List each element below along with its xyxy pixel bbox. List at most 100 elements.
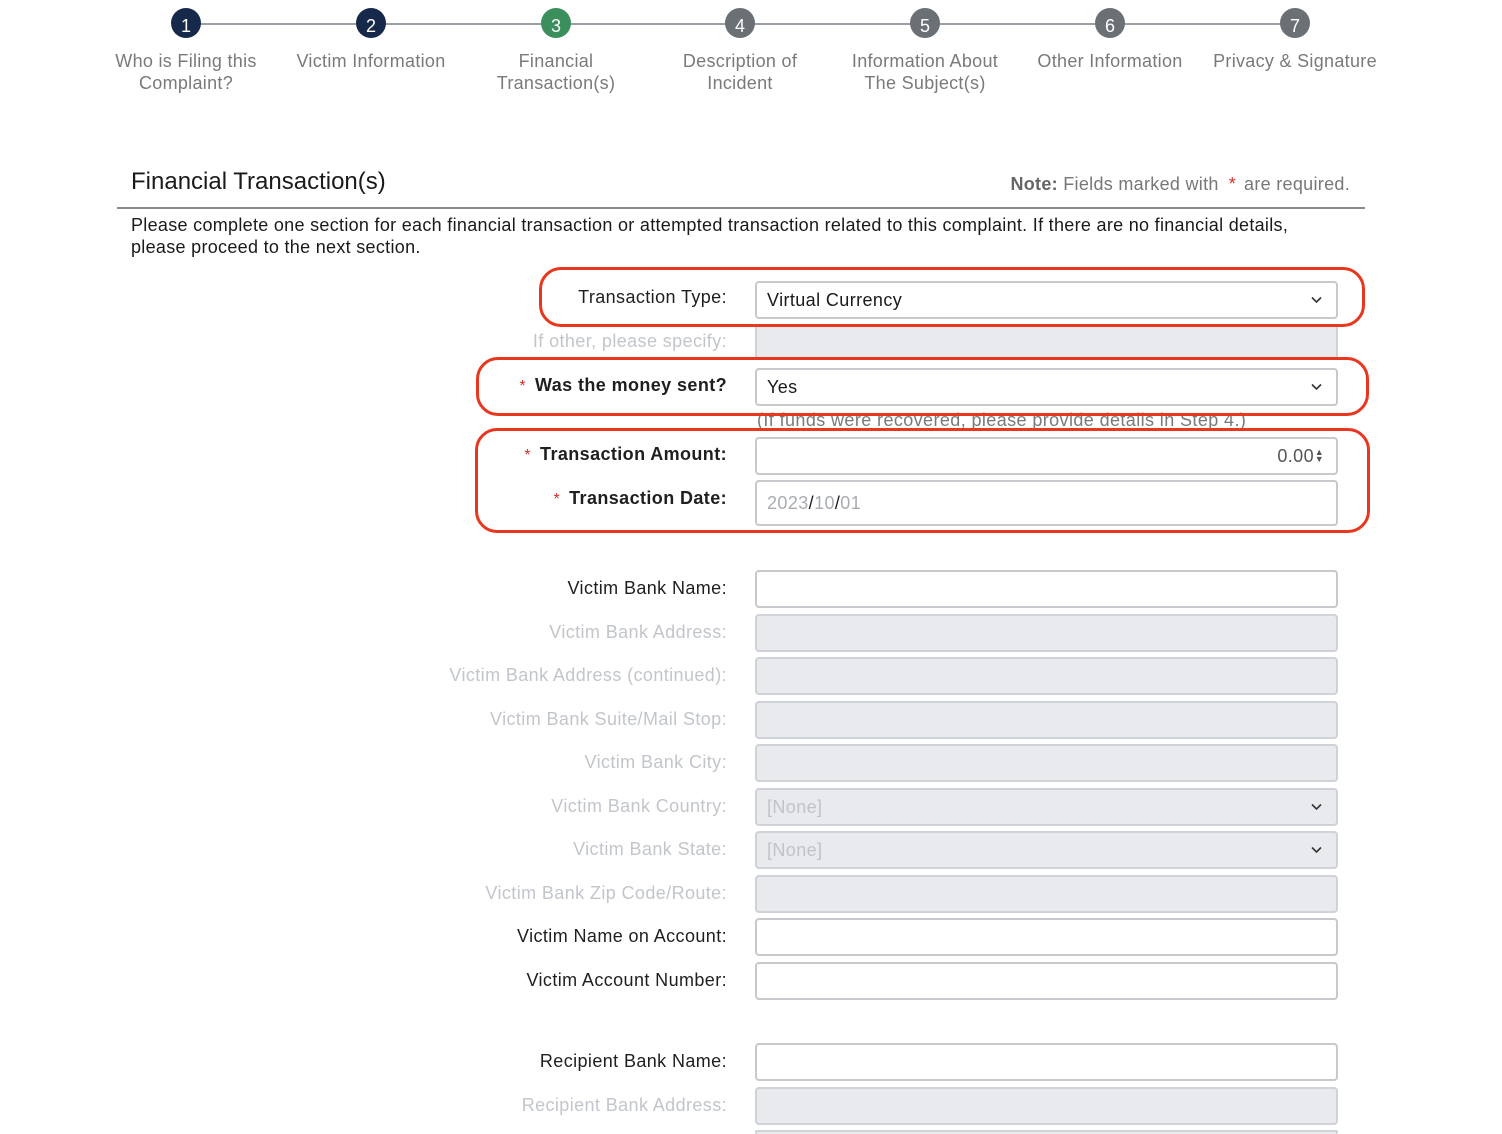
step-number: 1 (171, 8, 201, 38)
transaction-type-label: Transaction Type: (578, 287, 727, 307)
step-number: 3 (541, 8, 571, 38)
step-1[interactable]: 1 Who is Filing this Complaint? (101, 8, 271, 94)
chevron-down-icon (1311, 803, 1322, 812)
transaction-date-label: * Transaction Date: (554, 488, 727, 509)
transaction-type-row: Transaction Type: Virtual Currency (0, 281, 1502, 321)
victim-bank-country-value: [None] (767, 797, 823, 817)
victim-bank-suite-row: Victim Bank Suite/Mail Stop: (0, 701, 1502, 741)
step-number: 2 (356, 8, 386, 38)
section-title: Financial Transaction(s) (131, 168, 386, 195)
recipient-bank-name-row: Recipient Bank Name: (0, 1043, 1502, 1083)
required-star: * (553, 491, 561, 508)
step-number: 5 (910, 8, 940, 38)
victim-bank-state-row: Victim Bank State: [None] (0, 831, 1502, 871)
victim-bank-address2-label: Victim Bank Address (continued): (449, 665, 727, 685)
note-text: Fields marked with (1063, 174, 1219, 194)
victim-bank-state-select[interactable]: [None] (755, 831, 1338, 869)
step-label: Victim Information (296, 51, 446, 71)
step-2[interactable]: 2 Victim Information (286, 8, 456, 72)
transaction-amount-label: * Transaction Amount: (524, 444, 727, 465)
victim-bank-city-row: Victim Bank City: (0, 744, 1502, 784)
victim-name-on-account-label: Victim Name on Account: (517, 926, 727, 946)
recipient-bank-address-row: Recipient Bank Address: (0, 1087, 1502, 1127)
transaction-date-label-text: Transaction Date: (569, 488, 727, 508)
transaction-amount-input[interactable]: 0.00 ▲ ▼ (755, 437, 1338, 475)
step-7[interactable]: 7 Privacy & Signature (1210, 8, 1380, 72)
recipient-bank-address-label: Recipient Bank Address: (521, 1095, 727, 1115)
date-day[interactable]: 01 (840, 493, 861, 513)
money-sent-label-text: Was the money sent? (535, 375, 727, 395)
victim-bank-zip-row: Victim Bank Zip Code/Route: (0, 875, 1502, 915)
victim-bank-address-input[interactable] (755, 614, 1338, 652)
step-6[interactable]: 6 Other Information (1025, 8, 1195, 72)
required-star: * (519, 378, 527, 395)
recipient-bank-address2-input[interactable] (755, 1130, 1338, 1134)
victim-bank-suite-input[interactable] (755, 701, 1338, 739)
transaction-type-value: Virtual Currency (767, 290, 903, 310)
step-number: 4 (725, 8, 755, 38)
step-5[interactable]: 5 Information About The Subject(s) (840, 8, 1010, 94)
money-sent-value: Yes (767, 377, 798, 397)
step-3[interactable]: 3 Financial Transaction(s) (471, 8, 641, 94)
transaction-type-select[interactable]: Virtual Currency (755, 281, 1338, 319)
date-month[interactable]: 10 (814, 493, 835, 513)
recipient-bank-name-label: Recipient Bank Name: (539, 1051, 727, 1071)
required-star: * (524, 447, 532, 464)
chevron-down-icon (1311, 383, 1322, 392)
step-number: 6 (1095, 8, 1125, 38)
chevron-down-icon (1311, 846, 1322, 855)
step-label: Information About The Subject(s) (851, 51, 999, 93)
step-label: Financial Transaction(s) (496, 51, 616, 93)
other-specify-input[interactable] (755, 324, 1338, 360)
step-label: Who is Filing this Complaint? (115, 51, 257, 93)
transaction-amount-label-text: Transaction Amount: (540, 444, 727, 464)
money-sent-row: * Was the money sent? Yes (0, 368, 1502, 408)
victim-bank-state-label: Victim Bank State: (573, 839, 727, 859)
note-tail: are required. (1244, 174, 1350, 194)
victim-name-on-account-row: Victim Name on Account: (0, 918, 1502, 958)
step-number: 7 (1280, 8, 1310, 38)
section-intro: Please complete one section for each fin… (131, 215, 1289, 257)
note-label: Note: (1010, 174, 1058, 194)
victim-account-number-input[interactable] (755, 962, 1338, 1000)
victim-bank-city-input[interactable] (755, 744, 1338, 782)
number-stepper-icon[interactable]: ▲ ▼ (1315, 448, 1324, 464)
victim-bank-address-row: Victim Bank Address: (0, 614, 1502, 654)
victim-bank-suite-label: Victim Bank Suite/Mail Stop: (490, 709, 727, 729)
victim-bank-name-row: Victim Bank Name: (0, 570, 1502, 610)
step-label: Privacy & Signature (1213, 51, 1377, 71)
victim-account-number-row: Victim Account Number: (0, 962, 1502, 1002)
other-specify-label: If other, please specify: (532, 331, 727, 351)
next-field-row (0, 1130, 1502, 1134)
victim-bank-country-label: Victim Bank Country: (551, 796, 727, 816)
victim-bank-state-value: [None] (767, 840, 823, 860)
victim-bank-name-label: Victim Bank Name: (567, 578, 727, 598)
victim-bank-country-select[interactable]: [None] (755, 788, 1338, 826)
victim-name-on-account-input[interactable] (755, 918, 1338, 956)
required-star: * (1228, 174, 1237, 194)
money-sent-label: * Was the money sent? (519, 375, 727, 396)
step-label: Other Information (1037, 51, 1183, 71)
step-4[interactable]: 4 Description of Incident (655, 8, 825, 94)
progress-stepper: 1 Who is Filing this Complaint? 2 Victim… (0, 0, 1502, 130)
recipient-bank-address-input[interactable] (755, 1087, 1338, 1125)
victim-bank-name-input[interactable] (755, 570, 1338, 608)
transaction-amount-row: * Transaction Amount: 0.00 ▲ ▼ (0, 437, 1502, 477)
money-sent-hint: (If funds were recovered, please provide… (757, 410, 1247, 430)
victim-account-number-label: Victim Account Number: (526, 970, 727, 990)
victim-bank-country-row: Victim Bank Country: [None] (0, 788, 1502, 828)
victim-bank-zip-input[interactable] (755, 875, 1338, 913)
victim-bank-zip-label: Victim Bank Zip Code/Route: (485, 883, 727, 903)
transaction-date-input[interactable]: 2023/10/01 (755, 480, 1338, 526)
recipient-bank-name-input[interactable] (755, 1043, 1338, 1081)
victim-bank-city-label: Victim Bank City: (584, 752, 727, 772)
date-year[interactable]: 2023 (767, 493, 809, 513)
money-sent-select[interactable]: Yes (755, 368, 1338, 406)
victim-bank-address2-row: Victim Bank Address (continued): (0, 657, 1502, 697)
other-specify-row: If other, please specify: (0, 324, 1502, 364)
required-note: Note: Fields marked with * are required. (1010, 174, 1350, 195)
section-divider (117, 207, 1365, 209)
victim-bank-address-label: Victim Bank Address: (549, 622, 727, 642)
step-label: Description of Incident (682, 51, 798, 93)
victim-bank-address2-input[interactable] (755, 657, 1338, 695)
